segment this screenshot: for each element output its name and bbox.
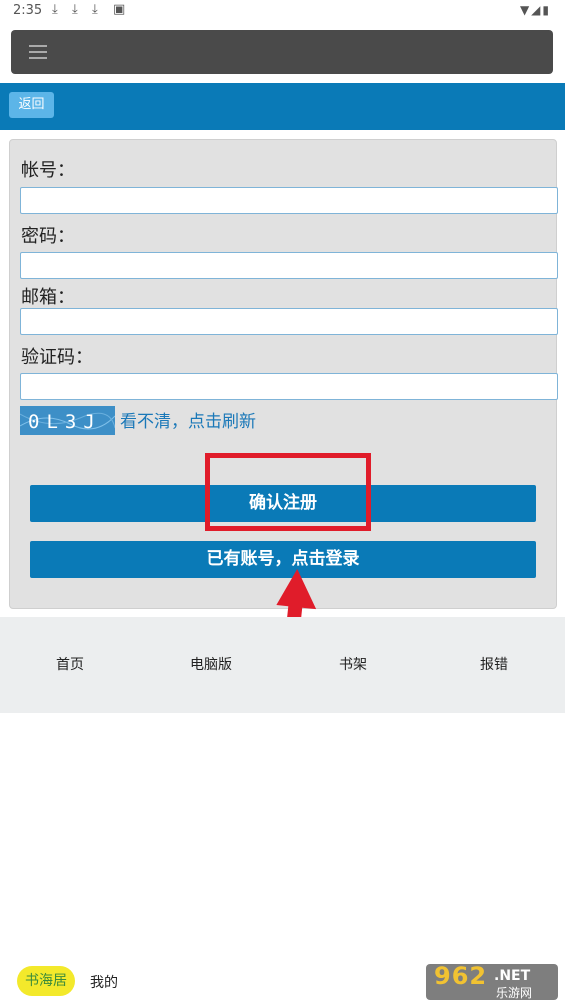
footer-link-bookshelf[interactable]: 书架 xyxy=(339,654,367,674)
watermark-logo: 962 .NET 乐游网 xyxy=(426,962,558,1000)
captcha-label: 验证码： xyxy=(21,347,93,368)
header-toolbar: 返回 xyxy=(0,83,565,130)
captcha-text: 0L3J xyxy=(28,411,102,433)
register-form: 帐号： 密码： 邮箱： 验证码： 0L3J 看不清，点击刷新 确认注册 已有账号… xyxy=(9,139,558,609)
email-input[interactable] xyxy=(20,308,558,335)
watermark-net: .NET xyxy=(494,968,531,984)
password-label: 密码： xyxy=(21,226,75,247)
footer-link-report[interactable]: 报错 xyxy=(480,654,508,674)
footer-link-home[interactable]: 首页 xyxy=(56,654,84,674)
back-button[interactable]: 返回 xyxy=(9,92,54,118)
watermark-site: 乐游网 xyxy=(496,986,533,1000)
captcha-input[interactable] xyxy=(20,373,558,400)
download-icon: ⤓ xyxy=(52,2,58,17)
bottom-bar: 书海居 我的 962 .NET 乐游网 xyxy=(0,958,565,1004)
account-label: 帐号： xyxy=(21,160,75,181)
footer-nav: 首页 电脑版 书架 报错 xyxy=(0,617,565,713)
download-icon: ⤓ xyxy=(92,2,98,17)
refresh-captcha-link[interactable]: 看不清，点击刷新 xyxy=(120,407,256,432)
status-time: 2:35 xyxy=(13,3,43,18)
password-input[interactable] xyxy=(20,252,558,279)
signal-battery-icons: ▼◢▮ xyxy=(519,3,551,17)
site-badge[interactable]: 书海居 xyxy=(17,966,75,996)
status-bar: 2:35 ⤓ ⤓ ⤓ ▣ ▼◢▮ xyxy=(0,0,565,22)
top-navbar xyxy=(11,30,553,74)
captcha-image[interactable]: 0L3J xyxy=(19,406,116,435)
footer-link-desktop[interactable]: 电脑版 xyxy=(190,654,232,674)
email-label: 邮箱： xyxy=(21,287,75,308)
mine-link[interactable]: 我的 xyxy=(90,972,118,992)
watermark-brand: 962 xyxy=(434,962,488,990)
highlight-box xyxy=(205,453,371,531)
hamburger-icon[interactable] xyxy=(29,45,47,59)
app-notification-icon: ▣ xyxy=(113,2,126,17)
download-icon: ⤓ xyxy=(72,2,78,17)
account-input[interactable] xyxy=(20,187,558,214)
